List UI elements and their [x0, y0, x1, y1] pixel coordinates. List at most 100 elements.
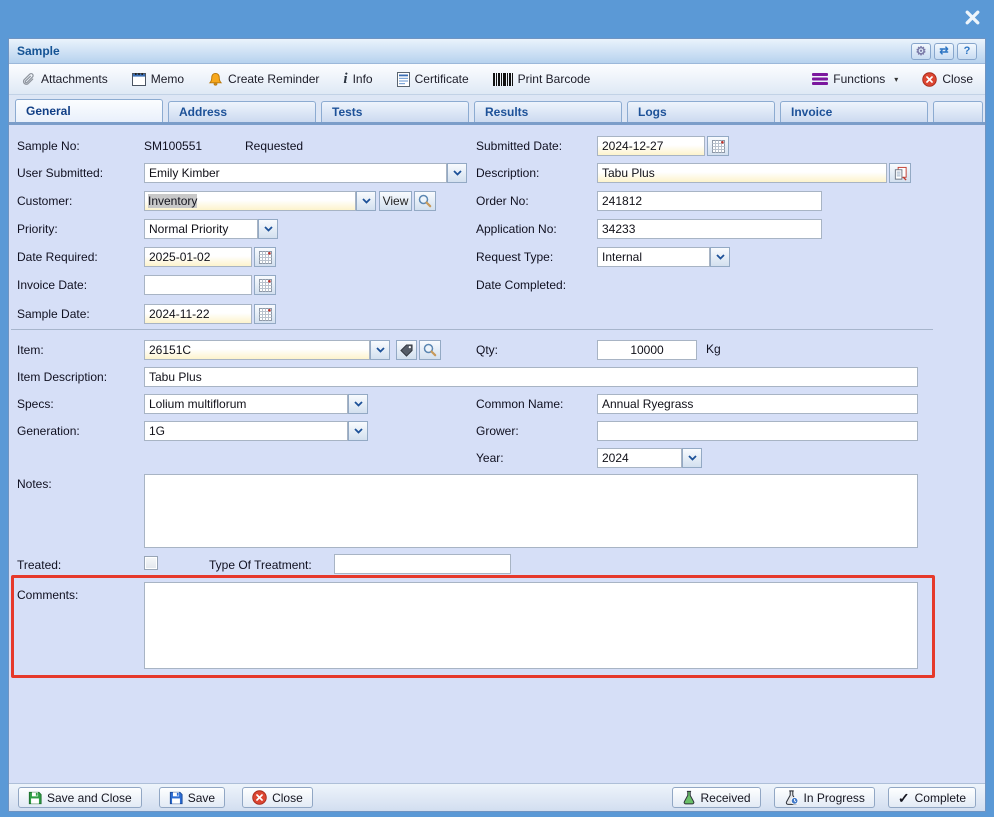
qty-input[interactable] — [597, 340, 697, 360]
toolbar: Attachments Memo Create Reminder i Info … — [9, 64, 985, 95]
sample-date-label: Sample Date: — [17, 307, 90, 321]
treated-checkbox[interactable] — [144, 556, 158, 570]
type-of-treatment-label: Type Of Treatment: — [209, 558, 312, 572]
create-reminder-button[interactable]: Create Reminder — [208, 72, 319, 87]
application-no-input[interactable] — [597, 219, 822, 239]
specs-dropdown-button[interactable] — [348, 394, 368, 414]
priority-input[interactable] — [144, 219, 258, 239]
chevron-down-icon — [688, 455, 697, 461]
common-name-label: Common Name: — [476, 397, 563, 411]
request-type-label: Request Type: — [476, 250, 553, 264]
description-input[interactable] — [597, 163, 887, 183]
print-barcode-button[interactable]: Print Barcode — [493, 72, 591, 86]
customer-search-button[interactable] — [414, 191, 436, 211]
save-and-close-button[interactable]: Save and Close — [18, 787, 142, 808]
attachments-button[interactable]: Attachments — [21, 72, 108, 87]
toolbar-close-button[interactable]: Close — [922, 72, 973, 87]
tag-icon — [400, 344, 413, 357]
tab-results[interactable]: Results — [474, 101, 622, 122]
sample-window: Sample ⚙ ⇄ ? Attachments Memo Create Rem… — [8, 38, 986, 812]
tab-general[interactable]: General — [15, 99, 163, 122]
general-tab-panel: Sample No: SM100551 Requested Submitted … — [9, 125, 985, 783]
request-type-dropdown-button[interactable] — [710, 247, 730, 267]
submitted-date-input[interactable] — [597, 136, 705, 156]
common-name-input[interactable] — [597, 394, 918, 414]
notes-label: Notes: — [17, 477, 52, 491]
item-tag-button[interactable] — [396, 340, 417, 360]
bell-icon — [208, 72, 223, 87]
item-label: Item: — [17, 343, 44, 357]
save-icon — [169, 791, 183, 805]
customer-value: Inventory — [148, 194, 197, 208]
order-no-input[interactable] — [597, 191, 822, 211]
close-icon — [252, 790, 267, 805]
chevron-down-icon — [453, 170, 462, 176]
settings-button[interactable]: ⚙ — [911, 43, 931, 60]
received-button[interactable]: Received — [672, 787, 761, 808]
date-required-calendar-button[interactable] — [254, 247, 276, 267]
customer-combobox[interactable]: Inventory — [144, 191, 356, 211]
comments-textarea[interactable] — [144, 582, 918, 669]
in-progress-button[interactable]: In Progress — [774, 787, 875, 808]
chevron-down-icon — [362, 198, 371, 204]
overlay-close-icon[interactable] — [964, 9, 981, 26]
item-input[interactable] — [144, 340, 370, 360]
complete-button[interactable]: ✓ Complete — [888, 787, 976, 808]
notes-textarea[interactable] — [144, 474, 918, 548]
footer-left-buttons: Save and Close Save Close — [18, 787, 313, 808]
invoice-date-calendar-button[interactable] — [254, 275, 276, 295]
save-icon — [28, 791, 42, 805]
grower-input[interactable] — [597, 421, 918, 441]
calendar-icon — [712, 140, 725, 153]
submitted-date-label: Submitted Date: — [476, 139, 562, 153]
customer-dropdown-button[interactable] — [356, 191, 376, 211]
certificate-button[interactable]: Certificate — [397, 72, 469, 87]
functions-menu-button[interactable]: Functions ▾ — [812, 72, 898, 86]
user-submitted-input[interactable] — [144, 163, 447, 183]
generation-label: Generation: — [17, 424, 80, 438]
chevron-down-icon — [376, 347, 385, 353]
info-button[interactable]: i Info — [343, 71, 372, 88]
user-submitted-dropdown-button[interactable] — [447, 163, 467, 183]
year-input[interactable] — [597, 448, 682, 468]
item-dropdown-button[interactable] — [370, 340, 390, 360]
tab-strip: General Address Tests Results Logs Invoi… — [9, 95, 985, 125]
generation-dropdown-button[interactable] — [348, 421, 368, 441]
priority-label: Priority: — [17, 222, 58, 236]
document-copy-icon — [893, 166, 908, 181]
tab-tests[interactable]: Tests — [321, 101, 469, 122]
refresh-button[interactable]: ⇄ — [934, 43, 954, 60]
customer-view-button[interactable]: View — [379, 191, 412, 211]
tab-logs[interactable]: Logs — [627, 101, 775, 122]
memo-button[interactable]: Memo — [132, 72, 184, 86]
tab-invoice[interactable]: Invoice — [780, 101, 928, 122]
request-type-input[interactable] — [597, 247, 710, 267]
paperclip-icon — [21, 72, 36, 87]
sample-no-value: SM100551 — [144, 139, 202, 153]
close-icon — [922, 72, 937, 87]
specs-input[interactable] — [144, 394, 348, 414]
date-required-input[interactable] — [144, 247, 252, 267]
tab-filler — [933, 101, 983, 122]
save-button[interactable]: Save — [159, 787, 225, 808]
close-button[interactable]: Close — [242, 787, 313, 808]
generation-input[interactable] — [144, 421, 348, 441]
window-title: Sample — [17, 44, 60, 58]
sample-date-input[interactable] — [144, 304, 252, 324]
item-search-button[interactable] — [419, 340, 441, 360]
info-icon: i — [343, 71, 347, 88]
barcode-icon — [493, 73, 513, 86]
year-dropdown-button[interactable] — [682, 448, 702, 468]
tab-address[interactable]: Address — [168, 101, 316, 122]
invoice-date-input[interactable] — [144, 275, 252, 295]
item-description-input[interactable] — [144, 367, 918, 387]
help-button[interactable]: ? — [957, 43, 977, 60]
sample-date-calendar-button[interactable] — [254, 304, 276, 324]
submitted-date-calendar-button[interactable] — [707, 136, 729, 156]
chevron-down-icon — [354, 401, 363, 407]
type-of-treatment-input[interactable] — [334, 554, 511, 574]
description-copy-button[interactable] — [889, 163, 911, 183]
priority-dropdown-button[interactable] — [258, 219, 278, 239]
refresh-icon: ⇄ — [939, 46, 948, 57]
window-titlebar: Sample ⚙ ⇄ ? — [9, 39, 985, 64]
